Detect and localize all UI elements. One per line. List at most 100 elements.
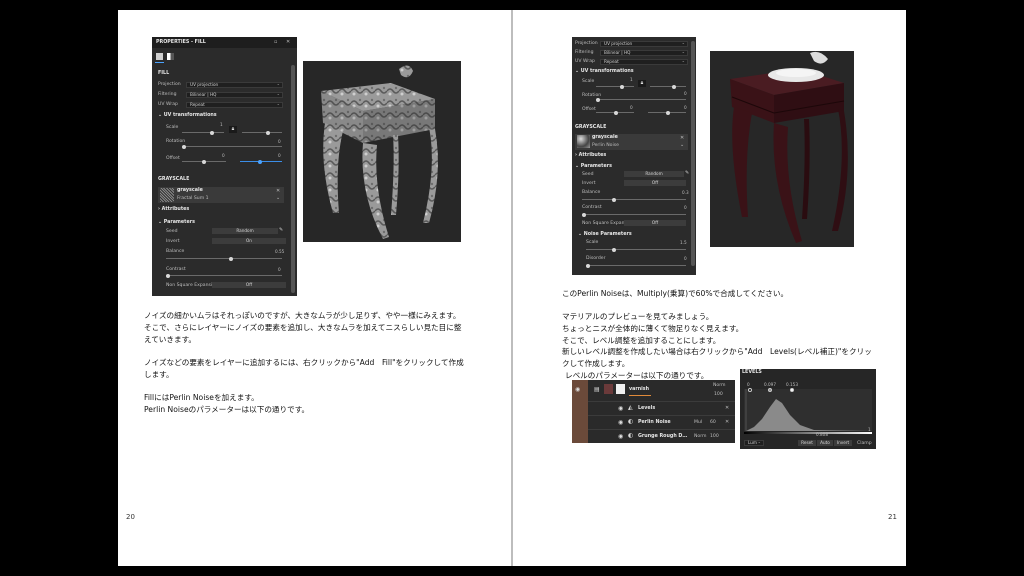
left-paragraph-7: Perlin Noiseのパラメーターは以下の通りです。 <box>144 405 310 414</box>
layer-name: Levels <box>638 406 656 411</box>
lock-icon[interactable]: 🔒︎ <box>638 80 646 87</box>
right-paragraph-3: ちょっとニスが全体的に薄くて物足りなく見えます。 <box>562 324 744 333</box>
nse-toggle[interactable]: Off <box>212 282 286 288</box>
layer-row[interactable]: ◉ ◐ Perlin Noise Mul 60 ✕ <box>588 415 735 429</box>
right-paragraph-6: クして作成します。 <box>562 359 630 368</box>
disorder-slider[interactable] <box>586 263 686 268</box>
fill-section-header: FILL <box>158 71 170 76</box>
chevron-down-icon[interactable]: ⌄ <box>680 142 684 148</box>
levels-icon: ◭ <box>628 404 633 411</box>
levels-mode-select[interactable]: Lum <box>744 440 764 446</box>
contrast-slider[interactable] <box>166 273 282 278</box>
pencil-icon[interactable]: ✎ <box>279 227 283 233</box>
uv-transformations-header[interactable]: ⌄ UV transformations <box>158 113 217 118</box>
projection-label: Projection <box>158 82 181 87</box>
noise-scale-label: Scale <box>586 240 599 245</box>
eye-icon[interactable]: ◉ <box>618 419 623 426</box>
panel-scrollbar[interactable] <box>291 65 295 293</box>
remove-icon[interactable]: ✕ <box>276 188 280 194</box>
panel-scrollbar[interactable] <box>691 41 695 266</box>
offset-slider-2[interactable] <box>648 110 686 115</box>
folder-highlight <box>629 395 651 396</box>
levels-white-handle[interactable] <box>790 388 794 392</box>
disorder-value: 0 <box>684 256 687 261</box>
filtering-select[interactable]: Bilinear | HQ <box>600 50 688 56</box>
balance-slider[interactable] <box>582 197 686 202</box>
scale-slider-1[interactable] <box>596 84 634 89</box>
right-paragraph-4: そこで、レベル調整を追加することにします。 <box>562 336 721 345</box>
remove-icon[interactable]: ✕ <box>680 135 684 141</box>
layer-row[interactable]: ◉ ◭ Levels ✕ <box>588 401 735 415</box>
eye-icon[interactable]: ◉ <box>618 405 623 412</box>
grayscale-item-name: grayscale <box>177 188 203 193</box>
offset-slider-1[interactable] <box>182 159 226 164</box>
seed-label: Seed <box>166 229 178 234</box>
nse-label: Non Square Expansion <box>166 283 218 288</box>
contrast-value: 0 <box>278 267 281 272</box>
noise-parameters-header[interactable]: ⌄ Noise Parameters <box>578 232 632 237</box>
pencil-icon[interactable]: ✎ <box>685 170 689 176</box>
close-icon[interactable]: ✕ <box>286 39 290 45</box>
levels-reset-button[interactable]: Reset <box>798 440 816 446</box>
lock-icon[interactable]: 🔒︎ <box>229 126 237 133</box>
attributes-header[interactable]: › Attributes <box>158 207 189 212</box>
levels-invert-button[interactable]: Invert <box>834 440 852 446</box>
scale-slider-2[interactable] <box>650 84 686 89</box>
levels-marker-left: 0 <box>747 382 750 387</box>
folder-icon: ▤ <box>594 386 600 393</box>
levels-out-mid: 0.808 <box>816 432 828 437</box>
uvwrap-select[interactable]: Repeat <box>600 59 688 65</box>
layer-row[interactable]: ◉ ◐ Grunge Rough D… Norm 100 <box>588 429 735 443</box>
layer-opacity[interactable]: 100 <box>710 434 719 439</box>
invert-toggle[interactable]: On <box>212 238 286 244</box>
noise-scale-slider[interactable] <box>586 247 686 252</box>
levels-black-handle[interactable] <box>748 388 752 392</box>
properties-fill-panel: PROPERTIES - FILL ▫ ✕ FILL Projection UV… <box>152 37 297 296</box>
rotation-slider[interactable] <box>182 144 282 149</box>
uvwrap-select[interactable]: Repeat <box>186 102 283 108</box>
levels-out-right: 1 <box>868 427 871 432</box>
chair-illustration <box>730 51 848 243</box>
filtering-select[interactable]: Bilinear | HQ <box>186 92 283 98</box>
parameters-header[interactable]: ⌄ Parameters <box>158 220 195 225</box>
attributes-header[interactable]: › Attributes <box>575 153 606 158</box>
levels-auto-button[interactable]: Auto <box>817 440 833 446</box>
rotation-slider[interactable] <box>596 97 686 102</box>
contrast-slider[interactable] <box>582 212 686 217</box>
parameters-header[interactable]: ⌄ Parameters <box>575 164 612 169</box>
balance-slider[interactable] <box>166 256 282 261</box>
layer-blend[interactable]: Norm <box>694 434 707 439</box>
left-page-number: 20 <box>126 513 135 521</box>
scale-slider-1[interactable] <box>182 130 224 135</box>
uv-transformations-header[interactable]: ⌄ UV transformations <box>575 69 634 74</box>
folder-opacity[interactable]: 100 <box>714 392 723 397</box>
eye-icon[interactable]: ◉ <box>575 386 580 393</box>
book-spread: PROPERTIES - FILL ▫ ✕ FILL Projection UV… <box>118 10 906 566</box>
eye-icon[interactable]: ◉ <box>618 433 623 440</box>
layer-mode-icon[interactable] <box>156 53 163 60</box>
seed-random-button[interactable]: Random <box>212 228 278 234</box>
layer-opacity[interactable]: 60 <box>710 420 716 425</box>
rotation-value: 0 <box>684 91 687 96</box>
offset-value-1: 0 <box>630 105 633 110</box>
seed-random-button[interactable]: Random <box>624 171 684 177</box>
folder-blend[interactable]: Norm <box>713 383 726 388</box>
offset-slider-2[interactable] <box>240 159 282 164</box>
close-icon[interactable]: ✕ <box>725 419 729 425</box>
projection-select[interactable]: UV projection <box>186 82 283 88</box>
scale-slider-2[interactable] <box>242 130 282 135</box>
nse-toggle[interactable]: Off <box>624 220 686 226</box>
close-icon[interactable]: ✕ <box>725 405 729 411</box>
minimize-icon[interactable]: ▫ <box>274 39 277 45</box>
invert-toggle[interactable]: Off <box>624 180 686 186</box>
levels-panel: LEVELS 0 0.097 0.153 0.808 1 Lum Reset A… <box>740 369 876 449</box>
balance-label: Balance <box>166 249 185 254</box>
mask-mode-icon[interactable] <box>167 53 174 60</box>
levels-mid-handle[interactable] <box>768 388 772 392</box>
contrast-value: 0 <box>684 205 687 210</box>
chevron-down-icon[interactable]: ⌄ <box>276 195 280 201</box>
projection-select[interactable]: UV projection <box>600 41 688 47</box>
layer-blend[interactable]: Mul <box>694 420 702 425</box>
offset-slider-1[interactable] <box>596 110 634 115</box>
chair-render-grayscale <box>303 61 461 242</box>
